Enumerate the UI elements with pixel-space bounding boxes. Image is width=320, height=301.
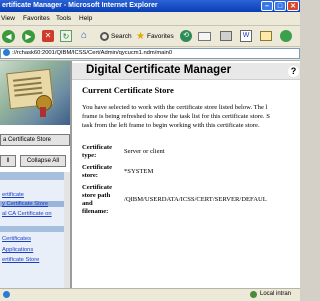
back-button[interactable]: ◀ <box>2 28 15 44</box>
label-line: and <box>82 200 93 207</box>
stop-button[interactable]: ✕ <box>42 28 54 44</box>
certificate-type-label: Certificate type: <box>82 144 112 160</box>
label-line: Certificate <box>82 184 113 191</box>
label-line: type: <box>82 152 97 159</box>
store-path-value: /QIBM/USERDATA/ICSS/CERT/SERVER/DEFAUL <box>124 196 267 203</box>
search-button[interactable]: Search <box>100 28 132 44</box>
search-icon <box>100 31 109 41</box>
task-group-header <box>0 172 68 180</box>
close-button[interactable]: ✕ <box>287 1 299 11</box>
mail-button[interactable] <box>198 28 211 44</box>
security-zone-label: Local intran <box>260 291 292 297</box>
certificate-store-label: Certificate store: <box>82 164 112 180</box>
maximize-button[interactable]: □ <box>274 1 286 11</box>
title-bar: ertificate Manager - Microsoft Internet … <box>0 0 300 12</box>
edit-icon: W <box>240 30 252 42</box>
print-icon <box>220 31 232 41</box>
task-list: ertificate y Certificate Store al CA Cer… <box>0 172 70 288</box>
window-title: ertificate Manager - Microsoft Internet … <box>2 2 158 9</box>
left-scrollbar[interactable] <box>64 172 70 288</box>
label-line: store path <box>82 192 111 199</box>
stop-icon: ✕ <box>42 30 54 42</box>
page-done-icon <box>3 291 10 298</box>
address-url: ://rchask60:2001/QIBM/ICSS/Cert/Admin/qy… <box>12 50 173 57</box>
nav-link-certificate-store-2[interactable]: ertificate Store <box>2 257 39 263</box>
discuss-button[interactable] <box>260 28 272 44</box>
messenger-icon <box>280 30 292 42</box>
history-icon: ⟲ <box>180 30 192 42</box>
nav-link-certificate-store[interactable]: y Certificate Store <box>0 201 68 207</box>
description-line: task from the left frame to begin workin… <box>82 122 260 129</box>
search-label: Search <box>111 32 132 40</box>
page-title: Digital Certificate Manager <box>86 64 232 76</box>
mail-icon <box>198 31 211 41</box>
description-line: You have selected to work with the certi… <box>82 104 268 111</box>
collapse-all-button[interactable]: Collapse All <box>20 155 66 167</box>
menu-bar: View Favorites Tools Help <box>0 12 300 26</box>
favorites-label: Favorites <box>146 32 174 40</box>
address-input[interactable]: ://rchask60:2001/QIBM/ICSS/Cert/Admin/qy… <box>0 48 300 59</box>
favorites-button[interactable]: ★ Favorites <box>136 28 174 44</box>
refresh-button[interactable]: ↻ <box>60 28 72 44</box>
home-icon: ⌂ <box>80 30 88 41</box>
label-line: Certificate <box>82 144 113 151</box>
forward-arrow-icon: ▶ <box>22 29 35 43</box>
help-icon[interactable]: ? <box>288 66 299 77</box>
menu-tools[interactable]: Tools <box>56 12 71 25</box>
description-paragraph: You have selected to work with the certi… <box>82 103 300 130</box>
certificate-banner-image <box>0 61 70 125</box>
certificate-type-value: Server or client <box>124 148 165 155</box>
left-navigation-frame: a Certificate Store ll Collapse All erti… <box>0 61 72 288</box>
section-title: Current Certificate Store <box>82 85 174 95</box>
star-icon: ★ <box>136 30 145 42</box>
print-button[interactable] <box>220 28 232 44</box>
home-button[interactable]: ⌂ <box>78 28 90 44</box>
select-certificate-store-button[interactable]: a Certificate Store <box>0 134 70 146</box>
certificate-store-value: *SYSTEM <box>124 168 154 175</box>
minimize-button[interactable]: – <box>261 1 273 11</box>
menu-view[interactable]: View <box>1 12 15 25</box>
ie-page-icon <box>3 49 10 56</box>
label-line: filename: <box>82 208 109 215</box>
label-line: Certificate <box>82 164 113 171</box>
store-path-label: Certificate store path and filename: <box>82 184 112 216</box>
task-group-header-2 <box>0 226 68 232</box>
status-bar: Local intran <box>0 288 300 301</box>
back-arrow-icon: ◀ <box>2 29 15 43</box>
description-line: frame is being refreshed to show the tas… <box>82 113 270 120</box>
page-header: Digital Certificate Manager ? <box>72 63 300 80</box>
nav-link-applications[interactable]: Applications <box>2 247 33 253</box>
refresh-icon: ↻ <box>60 30 72 42</box>
certificate-ribbon-icon <box>40 107 46 117</box>
expand-all-button[interactable]: ll <box>0 155 16 167</box>
toolbar: ◀ ▶ ✕ ↻ ⌂ Search ★ Favorites ⟲ W <box>0 26 300 47</box>
history-button[interactable]: ⟲ <box>180 28 192 44</box>
nav-link-certificates[interactable]: Certificates <box>2 236 31 242</box>
main-content-frame: Digital Certificate Manager ? Current Ce… <box>72 61 300 288</box>
label-line: store: <box>82 172 98 179</box>
menu-favorites[interactable]: Favorites <box>23 12 50 25</box>
zone-icon <box>250 291 257 298</box>
address-bar: ://rchask60:2001/QIBM/ICSS/Cert/Admin/qy… <box>0 47 300 61</box>
discuss-icon <box>260 31 272 41</box>
nav-link-certificate[interactable]: ertificate <box>2 192 24 198</box>
forward-button[interactable]: ▶ <box>22 28 35 44</box>
nav-link-ca-certificate[interactable]: al CA Certificate on <box>2 211 52 217</box>
edit-button[interactable]: W <box>240 28 252 44</box>
messenger-button[interactable] <box>280 28 292 44</box>
menu-help[interactable]: Help <box>79 12 92 25</box>
